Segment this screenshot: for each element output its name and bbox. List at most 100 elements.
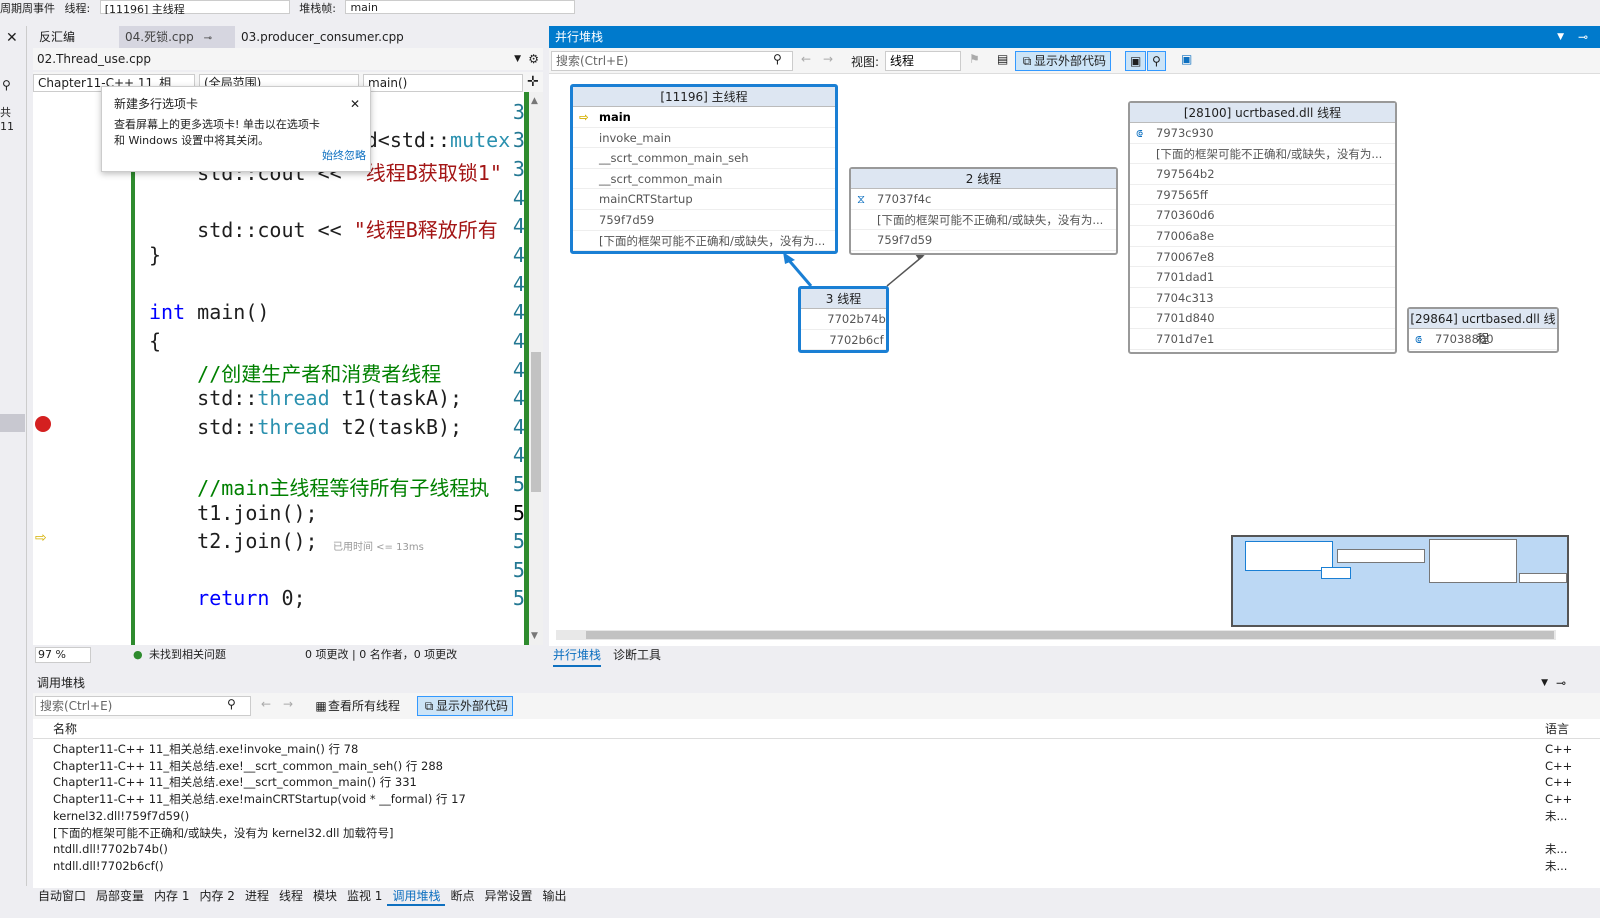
- frame-row[interactable]: 7701d7e1: [1130, 329, 1395, 350]
- bottom-tab[interactable]: 异常设置: [479, 888, 537, 904]
- frame-row[interactable]: ⟃ 7973c930: [1130, 123, 1395, 144]
- frame-row[interactable]: [下面的框架可能不正确和/或缺失，没有为...: [1130, 144, 1395, 165]
- tab-parallel-stacks[interactable]: 并行堆栈: [553, 645, 602, 667]
- show-external-code-button[interactable]: ⧉ 显示外部代码: [1015, 51, 1112, 71]
- table-row[interactable]: Chapter11-C++ 11_相关总结.exe!__scrt_common_…: [33, 774, 1600, 791]
- bottom-tab[interactable]: 线程: [274, 888, 308, 904]
- code-editor[interactable]: 37 获取锁138 std::lock_guard<std::mutex39 s…: [33, 92, 543, 645]
- code-line[interactable]: //main主线程等待所有子线程执: [149, 472, 489, 501]
- issues-status[interactable]: 未找到相关问题: [149, 646, 226, 664]
- thread-dropdown[interactable]: [11196] 主线程: [99, 0, 290, 14]
- column-name[interactable]: 名称: [53, 719, 77, 739]
- code-line[interactable]: int main(): [149, 300, 269, 324]
- code-line[interactable]: {: [149, 329, 161, 353]
- search-icon[interactable]: ⚲: [227, 697, 236, 711]
- show-external-code-button[interactable]: ⧉ 显示外部代码: [417, 696, 514, 716]
- save-icon[interactable]: ▣: [1181, 52, 1192, 66]
- column-language[interactable]: 语言: [1545, 719, 1569, 739]
- code-line[interactable]: std::thread t1(taskA);: [149, 386, 462, 410]
- parallel-stacks-minimap[interactable]: [1231, 535, 1569, 627]
- callstack-search-input[interactable]: 搜索(Ctrl+E): [35, 696, 251, 716]
- frame-row[interactable]: [下面的框架可能不正确和/或缺失，没有为...: [851, 210, 1116, 231]
- bottom-tab[interactable]: 输出: [537, 888, 571, 904]
- table-row[interactable]: Chapter11-C++ 11_相关总结.exe!__scrt_common_…: [33, 758, 1600, 775]
- table-row[interactable]: ntdll.dll!7702b74b() 未...: [33, 841, 1600, 858]
- code-line[interactable]: std::thread t2(taskB);: [149, 415, 462, 439]
- ucrt-thread-28100-node[interactable]: [28100] ucrtbased.dll 线程 ⟃ 7973c930 [下面的框…: [1128, 101, 1397, 354]
- bottom-tab[interactable]: 内存 2: [194, 888, 239, 904]
- pin-icon[interactable]: ⊸: [204, 33, 212, 44]
- back-arrow-icon[interactable]: ←: [801, 52, 811, 66]
- close-icon[interactable]: ✕: [6, 30, 18, 46]
- bottom-tab[interactable]: 断点: [445, 888, 479, 904]
- tab-disassembly[interactable]: 反汇编: [33, 26, 81, 48]
- pin-icon[interactable]: ⊸: [1556, 673, 1566, 693]
- frame-row[interactable]: 770067e8: [1130, 247, 1395, 268]
- code-line[interactable]: std::cout << "线程B释放所有: [149, 214, 498, 243]
- tab-diagnostic-tools[interactable]: 诊断工具: [613, 645, 661, 665]
- bottom-tab[interactable]: 自动窗口: [33, 888, 91, 904]
- code-line[interactable]: return 0;: [149, 586, 305, 610]
- split-icon[interactable]: ✛: [527, 74, 539, 90]
- function-dropdown[interactable]: main(): [363, 74, 523, 92]
- search-icon[interactable]: ⚲: [2, 78, 11, 92]
- pin-icon[interactable]: ⊸: [1578, 26, 1588, 48]
- bottom-tab[interactable]: 进程: [240, 888, 274, 904]
- frame-row[interactable]: 797565ff: [1130, 185, 1395, 206]
- frame-row[interactable]: ⇨ main: [573, 107, 835, 128]
- breakpoint-icon[interactable]: [35, 416, 51, 432]
- forward-arrow-icon[interactable]: →: [283, 697, 293, 711]
- git-changes-status[interactable]: 0 项更改 | 0 名作者，0 项更改: [305, 646, 457, 664]
- table-row[interactable]: [下面的框架可能不正确和/或缺失，没有为 kernel32.dll 加载符号]: [33, 825, 1600, 842]
- ucrt-thread-29864-node[interactable]: [29864] ucrtbased.dll 线程 ⟃ 77038800: [1407, 307, 1559, 353]
- zoom-dropdown[interactable]: 97 %: [35, 647, 91, 663]
- stack-frame-dropdown[interactable]: main: [345, 0, 576, 14]
- frame-row[interactable]: 7701dad1: [1130, 267, 1395, 288]
- main-thread-node[interactable]: [11196] 主线程 ⇨ main invoke_main __scrt_com…: [570, 84, 838, 254]
- code-line[interactable]: }: [149, 243, 161, 267]
- zoom-icon[interactable]: ⚲: [1147, 51, 1166, 71]
- frame-row[interactable]: mainCRTStartup: [573, 189, 835, 210]
- view-all-threads-button[interactable]: ▦查看所有线程: [309, 696, 405, 716]
- tab-producer-consumer[interactable]: 03.producer_consumer.cpp: [235, 26, 410, 48]
- frame-row[interactable]: 759f7d59: [851, 230, 1116, 251]
- frames-icon[interactable]: ▤: [997, 52, 1008, 66]
- scrollbar-thumb[interactable]: [531, 352, 541, 492]
- chevron-down-icon[interactable]: ▼: [1541, 673, 1548, 693]
- forward-arrow-icon[interactable]: →: [823, 52, 833, 66]
- scroll-down-icon[interactable]: ▼: [531, 631, 538, 641]
- frame-row[interactable]: 797564b2: [1130, 164, 1395, 185]
- parallel-horizontal-scrollbar[interactable]: [556, 630, 1556, 640]
- auto-scroll-button[interactable]: ▣: [1125, 51, 1147, 71]
- table-row[interactable]: Chapter11-C++ 11_相关总结.exe!mainCRTStartup…: [33, 791, 1600, 808]
- two-threads-node[interactable]: 2 线程 ⧖ 77037f4c [下面的框架可能不正确和/或缺失，没有为... 7…: [849, 167, 1118, 255]
- ignore-always-link[interactable]: 始终忽略: [322, 147, 366, 163]
- parallel-search-input[interactable]: 搜索(Ctrl+E): [551, 51, 793, 71]
- bottom-tab[interactable]: 局部变量: [91, 888, 149, 904]
- frame-row[interactable]: [下面的框架可能不正确和/或缺失，没有为...: [573, 231, 835, 252]
- chevron-down-icon[interactable]: ▼: [1557, 26, 1564, 48]
- frame-row[interactable]: 7702b6cf: [801, 330, 886, 351]
- code-line[interactable]: //创建生产者和消费者线程: [149, 358, 441, 387]
- table-row[interactable]: Chapter11-C++ 11_相关总结.exe!invoke_main() …: [33, 741, 1600, 758]
- frame-row[interactable]: __scrt_common_main: [573, 169, 835, 190]
- frame-row[interactable]: 77006a8e: [1130, 226, 1395, 247]
- table-row[interactable]: ntdll.dll!7702b6cf() 未...: [33, 858, 1600, 875]
- frame-row[interactable]: ⧖ 77037f4c: [851, 189, 1116, 210]
- editor-scrollbar[interactable]: ▲ ▼: [529, 92, 543, 645]
- code-line[interactable]: t2.join();: [149, 529, 317, 553]
- bottom-tab[interactable]: 模块: [308, 888, 342, 904]
- gear-icon[interactable]: ⚙: [528, 48, 539, 70]
- frame-row[interactable]: 7701d840: [1130, 308, 1395, 329]
- view-dropdown[interactable]: 线程: [885, 51, 961, 71]
- scroll-up-icon[interactable]: ▲: [531, 96, 538, 106]
- frame-row[interactable]: ⟃ 77038800: [1409, 329, 1557, 350]
- frame-row[interactable]: 7702b74b: [801, 309, 886, 330]
- bottom-tab[interactable]: 监视 1: [342, 888, 387, 904]
- flag-icon[interactable]: ⚑: [969, 52, 980, 66]
- frame-row[interactable]: __scrt_common_main_seh: [573, 148, 835, 169]
- table-row[interactable]: kernel32.dll!759f7d59() 未...: [33, 808, 1600, 825]
- bottom-tab[interactable]: 调用堆栈: [387, 888, 446, 906]
- bottom-tab[interactable]: 内存 1: [149, 888, 194, 904]
- tab-deadlock[interactable]: 04.死锁.cpp ⊸ ✕: [119, 26, 235, 68]
